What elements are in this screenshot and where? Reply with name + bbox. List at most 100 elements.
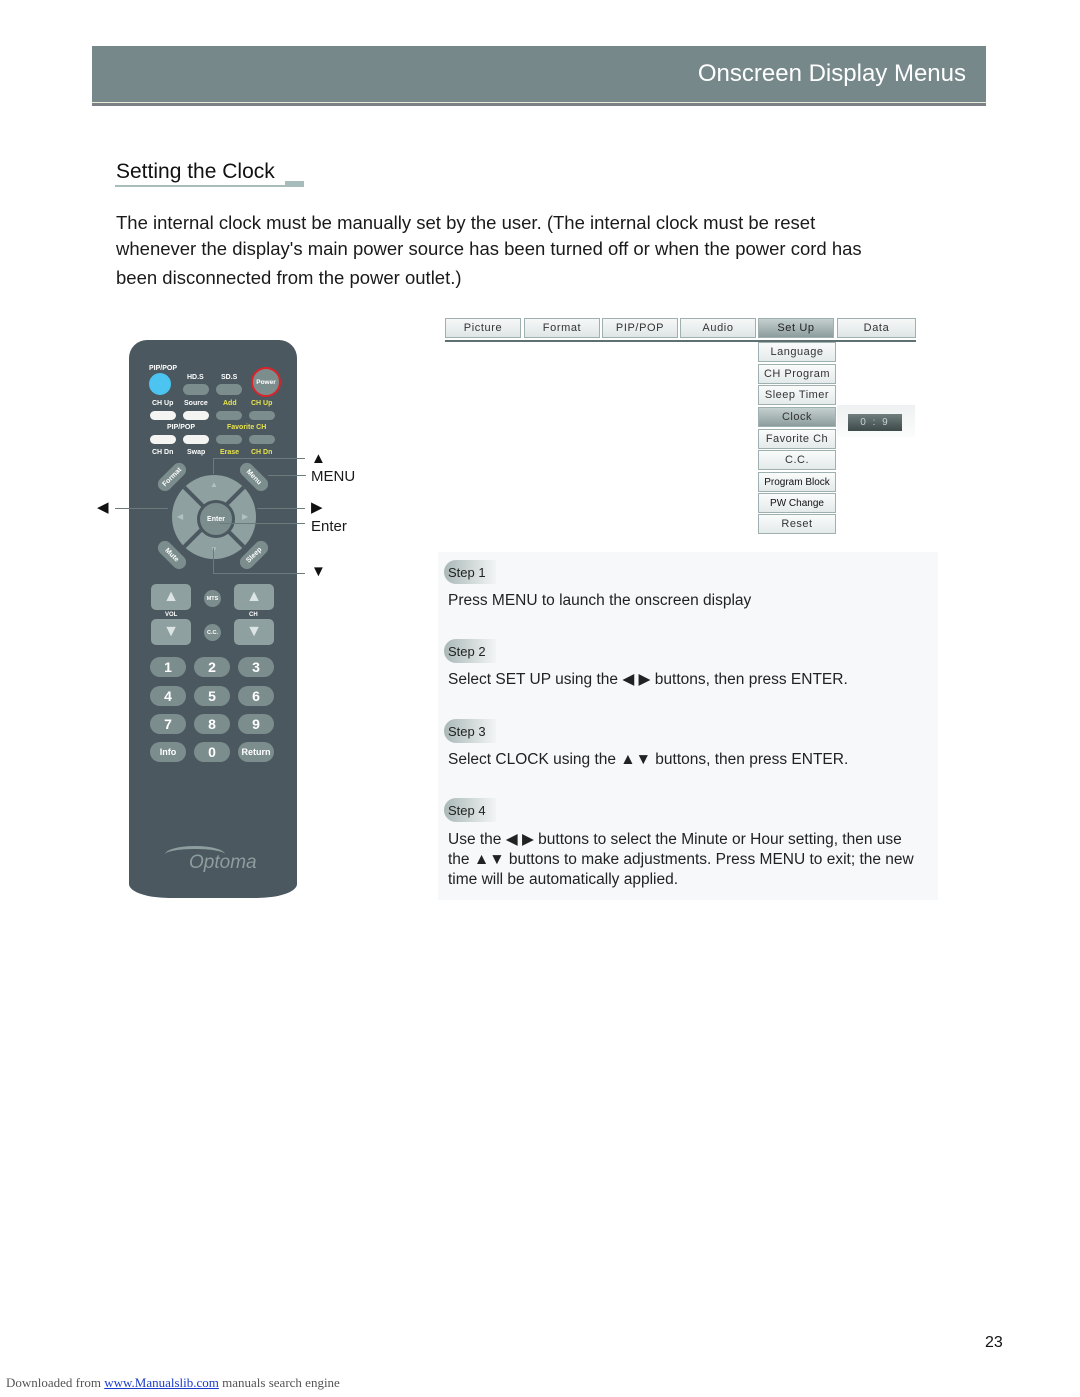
ch-dn-label: CH Dn	[152, 449, 174, 456]
intro-line: been disconnected from the power outlet.…	[116, 267, 462, 288]
step-2-badge: Step 2	[444, 639, 496, 663]
ch-up-rocker-button: ▲	[234, 584, 274, 610]
osd-item-language: Language	[758, 342, 836, 362]
pip-pop-label: PIP/POP	[149, 365, 178, 372]
ch-up-button-2	[249, 411, 275, 420]
dpad-left-icon: ◀	[177, 512, 184, 521]
callout-down-icon: ▼	[311, 563, 326, 580]
section-title: Setting the Clock	[116, 160, 275, 183]
osd-item-sleep-timer: Sleep Timer	[758, 385, 836, 405]
vol-down-button: ▼	[151, 619, 191, 645]
footer-prefix: Downloaded from	[6, 1375, 105, 1390]
sds-button	[216, 384, 242, 395]
page-header-title: Onscreen Display Menus	[697, 60, 966, 87]
footer-link[interactable]: www.Manualslib.com	[104, 1375, 219, 1390]
ch-dn-button-2	[249, 435, 275, 444]
keypad-0: 0	[194, 742, 230, 762]
intro-line: The internal clock must be manually set …	[116, 212, 816, 233]
footer-suffix: manuals search engine	[218, 1375, 340, 1390]
keypad-3: 3	[238, 657, 274, 677]
step-3-text: Select CLOCK using the ▲▼ buttons, then …	[448, 751, 849, 768]
hds-button	[183, 384, 209, 395]
osd-tab-setup: Set Up	[758, 318, 834, 338]
step-4-badge: Step 4	[444, 798, 496, 822]
ch-down-rocker-button: ▼	[234, 619, 274, 645]
mts-button: MTS	[204, 590, 221, 607]
power-button: Power	[251, 367, 281, 397]
osd-tab-picture: Picture	[445, 318, 521, 338]
page-header-banner: Onscreen Display Menus	[92, 46, 986, 104]
ch-up-button	[150, 411, 176, 420]
callout-line-down	[213, 548, 214, 573]
footer-note: Downloaded from www.Manualslib.com manua…	[6, 1375, 340, 1391]
ch-dn-label-2: CH Dn	[251, 449, 273, 456]
dpad-up-icon: ▲	[210, 480, 218, 489]
callout-line-left	[115, 508, 168, 509]
return-button: Return	[238, 742, 274, 762]
ch-label: CH	[249, 612, 258, 618]
callout-left-icon: ◀	[97, 499, 109, 516]
callout-line-down	[213, 573, 305, 574]
keypad-8: 8	[194, 714, 230, 734]
vol-up-button: ▲	[151, 584, 191, 610]
intro-line: whenever the display's main power source…	[116, 238, 862, 259]
callout-up-icon: ▲	[311, 450, 326, 467]
vol-label: VOL	[165, 612, 178, 618]
enter-button: Enter	[197, 500, 235, 538]
osd-clock-value: 0 : 9	[848, 414, 902, 431]
add-button	[216, 411, 242, 420]
pip-pop-label-2: PIP/POP	[167, 424, 196, 431]
osd-menu-bar: Picture Format PIP/POP Audio Set Up Data	[445, 318, 916, 342]
page-number: 23	[985, 1334, 1003, 1351]
power-label: Power	[256, 378, 276, 386]
osd-tab-format: Format	[524, 318, 600, 338]
callout-line-right	[257, 508, 305, 509]
pip-pop-button-2	[150, 435, 176, 444]
keypad-1: 1	[150, 657, 186, 677]
step-3-badge: Step 3	[444, 719, 496, 743]
osd-item-cc: C.C.	[758, 450, 836, 470]
keypad-2: 2	[194, 657, 230, 677]
callout-line-enter	[220, 523, 305, 524]
osd-item-program-block: Program Block	[758, 472, 836, 492]
keypad-7: 7	[150, 714, 186, 734]
section-title-underline	[115, 185, 285, 187]
hds-label: HD.S	[187, 374, 204, 381]
callout-line-up	[213, 458, 214, 474]
remote-control-illustration: PIP/POP HD.S SD.S Power CH Up Source Add…	[129, 340, 297, 898]
favorite-ch-label: Favorite CH	[227, 424, 267, 431]
osd-tab-audio: Audio	[680, 318, 756, 338]
osd-item-reset: Reset	[758, 514, 836, 534]
osd-item-pw-change: PW Change	[758, 493, 836, 513]
step-1-badge: Step 1	[444, 560, 496, 584]
osd-item-clock: Clock	[758, 407, 836, 427]
pip-pop-button	[149, 373, 171, 395]
callout-line-menu	[268, 475, 306, 476]
intro-paragraph: The internal clock must be manually set …	[116, 210, 936, 291]
callout-right-icon: ▶	[311, 499, 323, 516]
sds-label: SD.S	[221, 374, 238, 381]
step-4-text: Use the ◀ ▶ buttons to select the Minute…	[448, 831, 914, 888]
osd-item-favorite-ch: Favorite Ch	[758, 429, 836, 449]
ch-up-label-2: CH Up	[251, 400, 273, 407]
erase-label: Erase	[220, 449, 240, 456]
step-1-text: Press MENU to launch the onscreen displa…	[448, 592, 752, 609]
ch-up-label: CH Up	[152, 400, 174, 407]
section-title-underline-block	[285, 181, 304, 187]
source-button	[183, 411, 209, 420]
keypad-6: 6	[238, 686, 274, 706]
source-label: Source	[184, 400, 208, 407]
keypad-5: 5	[194, 686, 230, 706]
brand-logo: Optoma	[189, 852, 257, 873]
osd-tab-data: Data	[837, 318, 916, 338]
callout-line-up	[213, 458, 305, 459]
swap-button	[183, 435, 209, 444]
dpad-right-icon: ▶	[242, 512, 249, 521]
add-label: Add	[223, 400, 237, 407]
header-rule	[92, 103, 986, 106]
callout-enter-label: Enter	[311, 518, 347, 535]
swap-label: Swap	[187, 449, 206, 456]
callout-menu-label: MENU	[311, 468, 356, 485]
step-2-text: Select SET UP using the ◀ ▶ buttons, the…	[448, 671, 848, 688]
keypad-4: 4	[150, 686, 186, 706]
